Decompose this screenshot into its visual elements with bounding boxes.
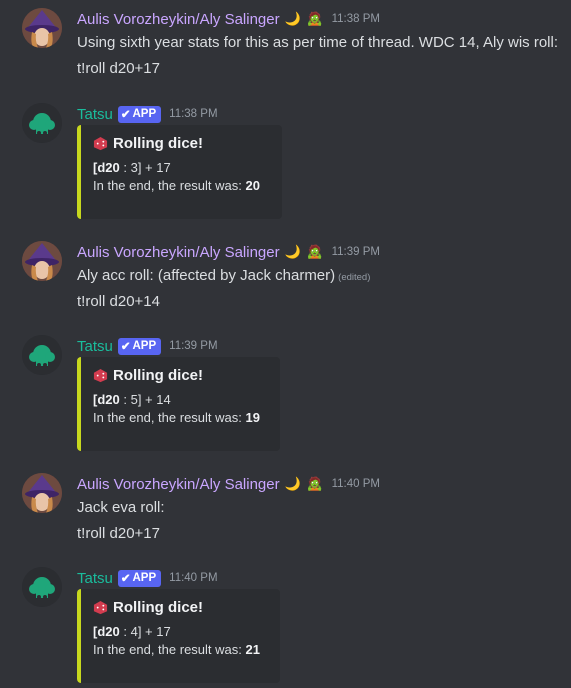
message-text: t!roll d20+17 (77, 60, 160, 77)
roll-die: d20 (97, 160, 120, 175)
message-text-content: Aly acc roll: (affected by Jack charmer) (77, 267, 336, 284)
timestamp[interactable]: 11:38 PM (169, 108, 217, 120)
roll-result: 21 (245, 642, 260, 657)
embed-title: Rolling dice! (113, 599, 203, 616)
user-avatar[interactable] (22, 8, 62, 48)
roll-result: 20 (245, 178, 260, 193)
app-badge: ✔ APP (117, 337, 162, 355)
dice-embed: Rolling dice! [d20 : 5] + 14 In the end,… (77, 357, 280, 451)
timestamp[interactable]: 11:40 PM (169, 572, 217, 584)
check-icon: ✔ (120, 109, 131, 121)
dice-icon (93, 600, 108, 615)
timestamp[interactable]: 11:39 PM (332, 246, 380, 258)
moon-icon: 🌙 (284, 476, 301, 491)
message-text: t!roll d20+17 (77, 525, 160, 542)
dice-icon (93, 136, 108, 151)
message-header: Tatsu ✔ APP 11:38 PM (77, 103, 218, 125)
timestamp[interactable]: 11:40 PM (332, 478, 380, 490)
roll-rest: : 3] + 17 (119, 160, 171, 175)
roll-result-line: In the end, the result was: 19 (93, 410, 268, 425)
check-icon: ✔ (120, 573, 131, 585)
dice-icon (93, 368, 108, 383)
embed-title-row: Rolling dice! (93, 599, 268, 616)
app-badge: ✔ APP (117, 105, 162, 123)
message-header: Tatsu ✔ APP 11:40 PM (77, 567, 218, 589)
embed-title: Rolling dice! (113, 135, 203, 152)
timestamp[interactable]: 11:39 PM (169, 340, 217, 352)
username[interactable]: Aulis Vorozheykin/Aly Salinger (77, 244, 280, 261)
app-badge: ✔ APP (117, 569, 162, 587)
dice-embed: Rolling dice! [d20 : 3] + 17 In the end,… (77, 125, 282, 219)
embed-title-row: Rolling dice! (93, 367, 268, 384)
message-header: Aulis Vorozheykin/Aly Salinger 🌙 🧟 11:38… (77, 8, 380, 30)
app-badge-label: APP (132, 108, 157, 120)
user-avatar[interactable] (22, 241, 62, 281)
message-header: Aulis Vorozheykin/Aly Salinger 🌙 🧟 11:40… (77, 473, 380, 495)
moon-icon: 🌙 (284, 11, 301, 26)
message-header: Tatsu ✔ APP 11:39 PM (77, 335, 218, 357)
bot-name[interactable]: Tatsu (77, 338, 113, 355)
roll-result-line: In the end, the result was: 20 (93, 178, 270, 193)
bot-name[interactable]: Tatsu (77, 106, 113, 123)
dice-embed: Rolling dice! [d20 : 4] + 17 In the end,… (77, 589, 280, 683)
roll-die: d20 (97, 624, 120, 639)
zombie-icon: 🧟 (306, 11, 323, 26)
username[interactable]: Aulis Vorozheykin/Aly Salinger (77, 11, 280, 28)
embed-title-row: Rolling dice! (93, 135, 270, 152)
bot-avatar[interactable] (22, 103, 62, 143)
message-text: Aly acc roll: (affected by Jack charmer)… (77, 267, 370, 284)
bot-avatar[interactable] (22, 567, 62, 607)
roll-detail: [d20 : 5] + 14 (93, 392, 171, 407)
zombie-icon: 🧟 (306, 476, 323, 491)
embed-title: Rolling dice! (113, 367, 203, 384)
timestamp[interactable]: 11:38 PM (332, 13, 380, 25)
result-prefix: In the end, the result was: (93, 642, 246, 657)
message-text: t!roll d20+14 (77, 293, 160, 310)
username[interactable]: Aulis Vorozheykin/Aly Salinger (77, 476, 280, 493)
message-text: Using sixth year stats for this as per t… (77, 34, 558, 51)
roll-die: d20 (97, 392, 120, 407)
message-header: Aulis Vorozheykin/Aly Salinger 🌙 🧟 11:39… (77, 241, 380, 263)
roll-detail: [d20 : 4] + 17 (93, 624, 171, 639)
bot-name[interactable]: Tatsu (77, 570, 113, 587)
result-prefix: In the end, the result was: (93, 410, 246, 425)
edited-label: (edited) (338, 272, 371, 283)
result-prefix: In the end, the result was: (93, 178, 246, 193)
roll-rest: : 4] + 17 (119, 624, 171, 639)
roll-result: 19 (245, 410, 260, 425)
roll-result-line: In the end, the result was: 21 (93, 642, 268, 657)
bot-avatar[interactable] (22, 335, 62, 375)
roll-rest: : 5] + 14 (119, 392, 171, 407)
app-badge-label: APP (132, 572, 157, 584)
roll-detail: [d20 : 3] + 17 (93, 160, 171, 175)
message-text: Jack eva roll: (77, 499, 165, 516)
zombie-icon: 🧟 (306, 244, 323, 259)
check-icon: ✔ (120, 341, 131, 353)
moon-icon: 🌙 (284, 244, 301, 259)
user-avatar[interactable] (22, 473, 62, 513)
app-badge-label: APP (132, 340, 157, 352)
